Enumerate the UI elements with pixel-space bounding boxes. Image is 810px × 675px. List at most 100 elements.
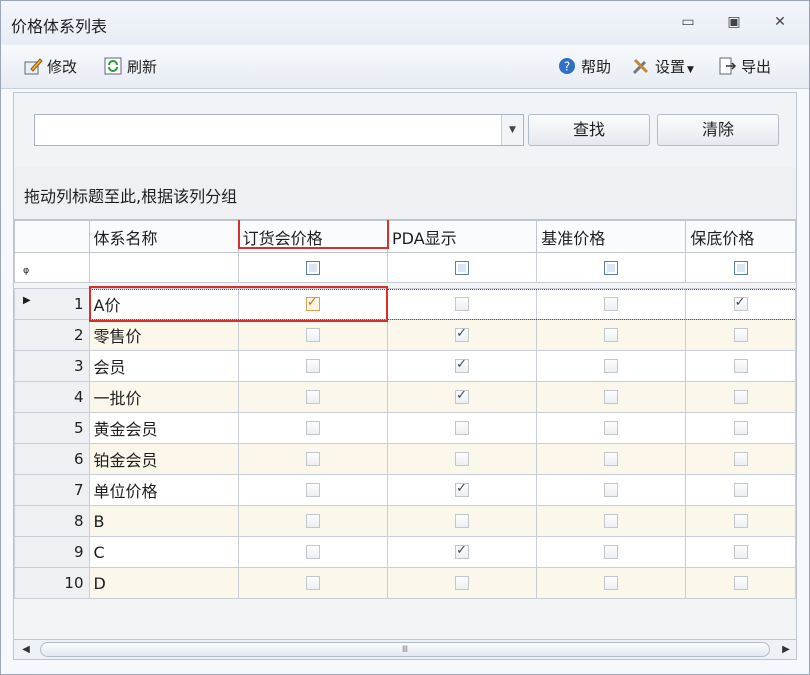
minimize-icon[interactable]: ▭: [677, 11, 699, 33]
cell-floor-price[interactable]: [685, 474, 796, 506]
scroll-left-icon[interactable]: ◀: [18, 642, 34, 658]
maximize-icon[interactable]: ▣: [723, 11, 745, 33]
cell-name[interactable]: C: [88, 536, 239, 568]
cell-name[interactable]: B: [88, 505, 239, 537]
cell-order-price[interactable]: [237, 474, 389, 506]
table-row[interactable]: 8B: [14, 505, 796, 537]
cell-name[interactable]: 单位价格: [88, 474, 239, 506]
cell-floor-price[interactable]: [685, 505, 796, 537]
cell-floor-price[interactable]: [685, 567, 796, 599]
checkbox-base-price[interactable]: [604, 452, 619, 466]
cell-floor-price[interactable]: [685, 412, 796, 444]
checkbox-base-price[interactable]: [604, 390, 619, 404]
cell-floor-price[interactable]: [685, 443, 796, 475]
cell-name[interactable]: 黄金会员: [88, 412, 239, 444]
cell-base-price[interactable]: [536, 350, 687, 382]
cell-order-price[interactable]: [237, 536, 389, 568]
row-indicator-cell[interactable]: 10: [14, 567, 90, 599]
filter-checkbox[interactable]: [733, 260, 748, 275]
checkbox-order-price[interactable]: [305, 328, 320, 342]
table-row[interactable]: 4 一批价: [14, 381, 796, 413]
checkbox-order-price[interactable]: [305, 452, 320, 466]
cell-pda-display[interactable]: [387, 474, 538, 506]
cell-base-price[interactable]: [536, 381, 687, 413]
settings-button[interactable]: 设置 ▼: [631, 55, 694, 79]
filter-checkbox[interactable]: [305, 260, 320, 275]
column-header-floor-price[interactable]: 保底价格: [685, 220, 796, 253]
checkbox-order-price[interactable]: [305, 514, 320, 528]
checkbox-base-price[interactable]: [604, 514, 619, 528]
title-bar[interactable]: 价格体系列表 ▭ ▣ ✕: [1, 1, 809, 45]
cell-base-price[interactable]: [536, 412, 687, 444]
checkbox-base-price[interactable]: [604, 545, 619, 559]
checkbox-floor-price[interactable]: [733, 576, 748, 590]
cell-pda-display[interactable]: [387, 505, 538, 537]
filter-cell-pda-display[interactable]: [387, 252, 538, 283]
checkbox-pda-display[interactable]: [455, 514, 470, 528]
refresh-button[interactable]: 刷新: [103, 55, 157, 79]
filter-cell-floor-price[interactable]: [685, 252, 796, 283]
cell-base-price[interactable]: [536, 536, 687, 568]
table-row[interactable]: 10 D: [14, 567, 796, 599]
row-indicator-cell[interactable]: 6: [14, 443, 90, 475]
cell-base-price[interactable]: [536, 567, 687, 599]
cell-order-price[interactable]: [237, 412, 389, 444]
cell-order-price[interactable]: [237, 443, 389, 475]
table-row[interactable]: 7 单位价格: [14, 474, 796, 506]
checkbox-base-price[interactable]: [604, 483, 619, 497]
row-indicator-cell[interactable]: 4: [14, 381, 90, 413]
checkbox-floor-price[interactable]: [733, 390, 748, 404]
horizontal-scrollbar[interactable]: ◀ Ⅲ ▶: [13, 640, 797, 660]
cell-floor-price[interactable]: [685, 350, 796, 382]
column-header-name[interactable]: 体系名称: [88, 220, 239, 253]
checkbox-order-price[interactable]: [305, 421, 320, 435]
row-indicator-cell[interactable]: ▶ 1: [14, 288, 90, 320]
modify-button[interactable]: 修改: [23, 55, 77, 79]
checkbox-pda-display[interactable]: [455, 543, 470, 559]
row-indicator-cell[interactable]: 3: [14, 350, 90, 382]
table-row[interactable]: 9C: [14, 536, 796, 568]
filter-cell-order-price[interactable]: [237, 252, 389, 283]
row-indicator-cell[interactable]: 7: [14, 474, 90, 506]
checkbox-floor-price[interactable]: [733, 328, 748, 342]
filter-checkbox[interactable]: [604, 260, 619, 275]
cell-order-price[interactable]: [237, 567, 389, 599]
close-icon[interactable]: ✕: [769, 11, 791, 33]
checkbox-floor-price[interactable]: [733, 545, 748, 559]
cell-pda-display[interactable]: [387, 567, 538, 599]
cell-order-price[interactable]: [237, 381, 389, 413]
checkbox-pda-display[interactable]: [455, 421, 470, 435]
checkbox-floor-price[interactable]: [733, 359, 748, 373]
checkbox-base-price[interactable]: [604, 359, 619, 373]
cell-pda-display[interactable]: [387, 536, 538, 568]
checkbox-floor-price[interactable]: [733, 514, 748, 528]
checkbox-pda-display[interactable]: [455, 481, 470, 497]
checkbox-order-price[interactable]: [305, 359, 320, 373]
search-combobox[interactable]: ▼: [34, 114, 524, 146]
checkbox-order-price[interactable]: [305, 576, 320, 590]
checkbox-pda-display[interactable]: [455, 357, 470, 373]
cell-pda-display[interactable]: [387, 350, 538, 382]
checkbox-base-price[interactable]: [604, 421, 619, 435]
clear-button[interactable]: 清除: [657, 114, 779, 146]
find-button[interactable]: 查找: [528, 114, 650, 146]
checkbox-pda-display[interactable]: [455, 388, 470, 404]
cell-base-price[interactable]: [536, 505, 687, 537]
table-row[interactable]: 3 会员: [14, 350, 796, 382]
cell-pda-display[interactable]: [387, 319, 538, 351]
group-panel[interactable]: 拖动列标题至此,根据该列分组: [13, 167, 797, 219]
cell-pda-display[interactable]: [387, 443, 538, 475]
table-row[interactable]: 2 零售价: [14, 319, 796, 351]
cell-base-price[interactable]: [536, 443, 687, 475]
checkbox-order-price[interactable]: [305, 545, 320, 559]
cell-name[interactable]: D: [88, 567, 239, 599]
scrollbar-thumb[interactable]: Ⅲ: [40, 642, 770, 657]
cell-name[interactable]: 一批价: [88, 381, 239, 413]
checkbox-floor-price[interactable]: [733, 452, 748, 466]
cell-order-price[interactable]: [237, 505, 389, 537]
cell-floor-price[interactable]: [685, 381, 796, 413]
cell-base-price[interactable]: [536, 474, 687, 506]
cell-name[interactable]: 零售价: [88, 319, 239, 351]
checkbox-base-price[interactable]: [604, 576, 619, 590]
checkbox-base-price[interactable]: [604, 328, 619, 342]
